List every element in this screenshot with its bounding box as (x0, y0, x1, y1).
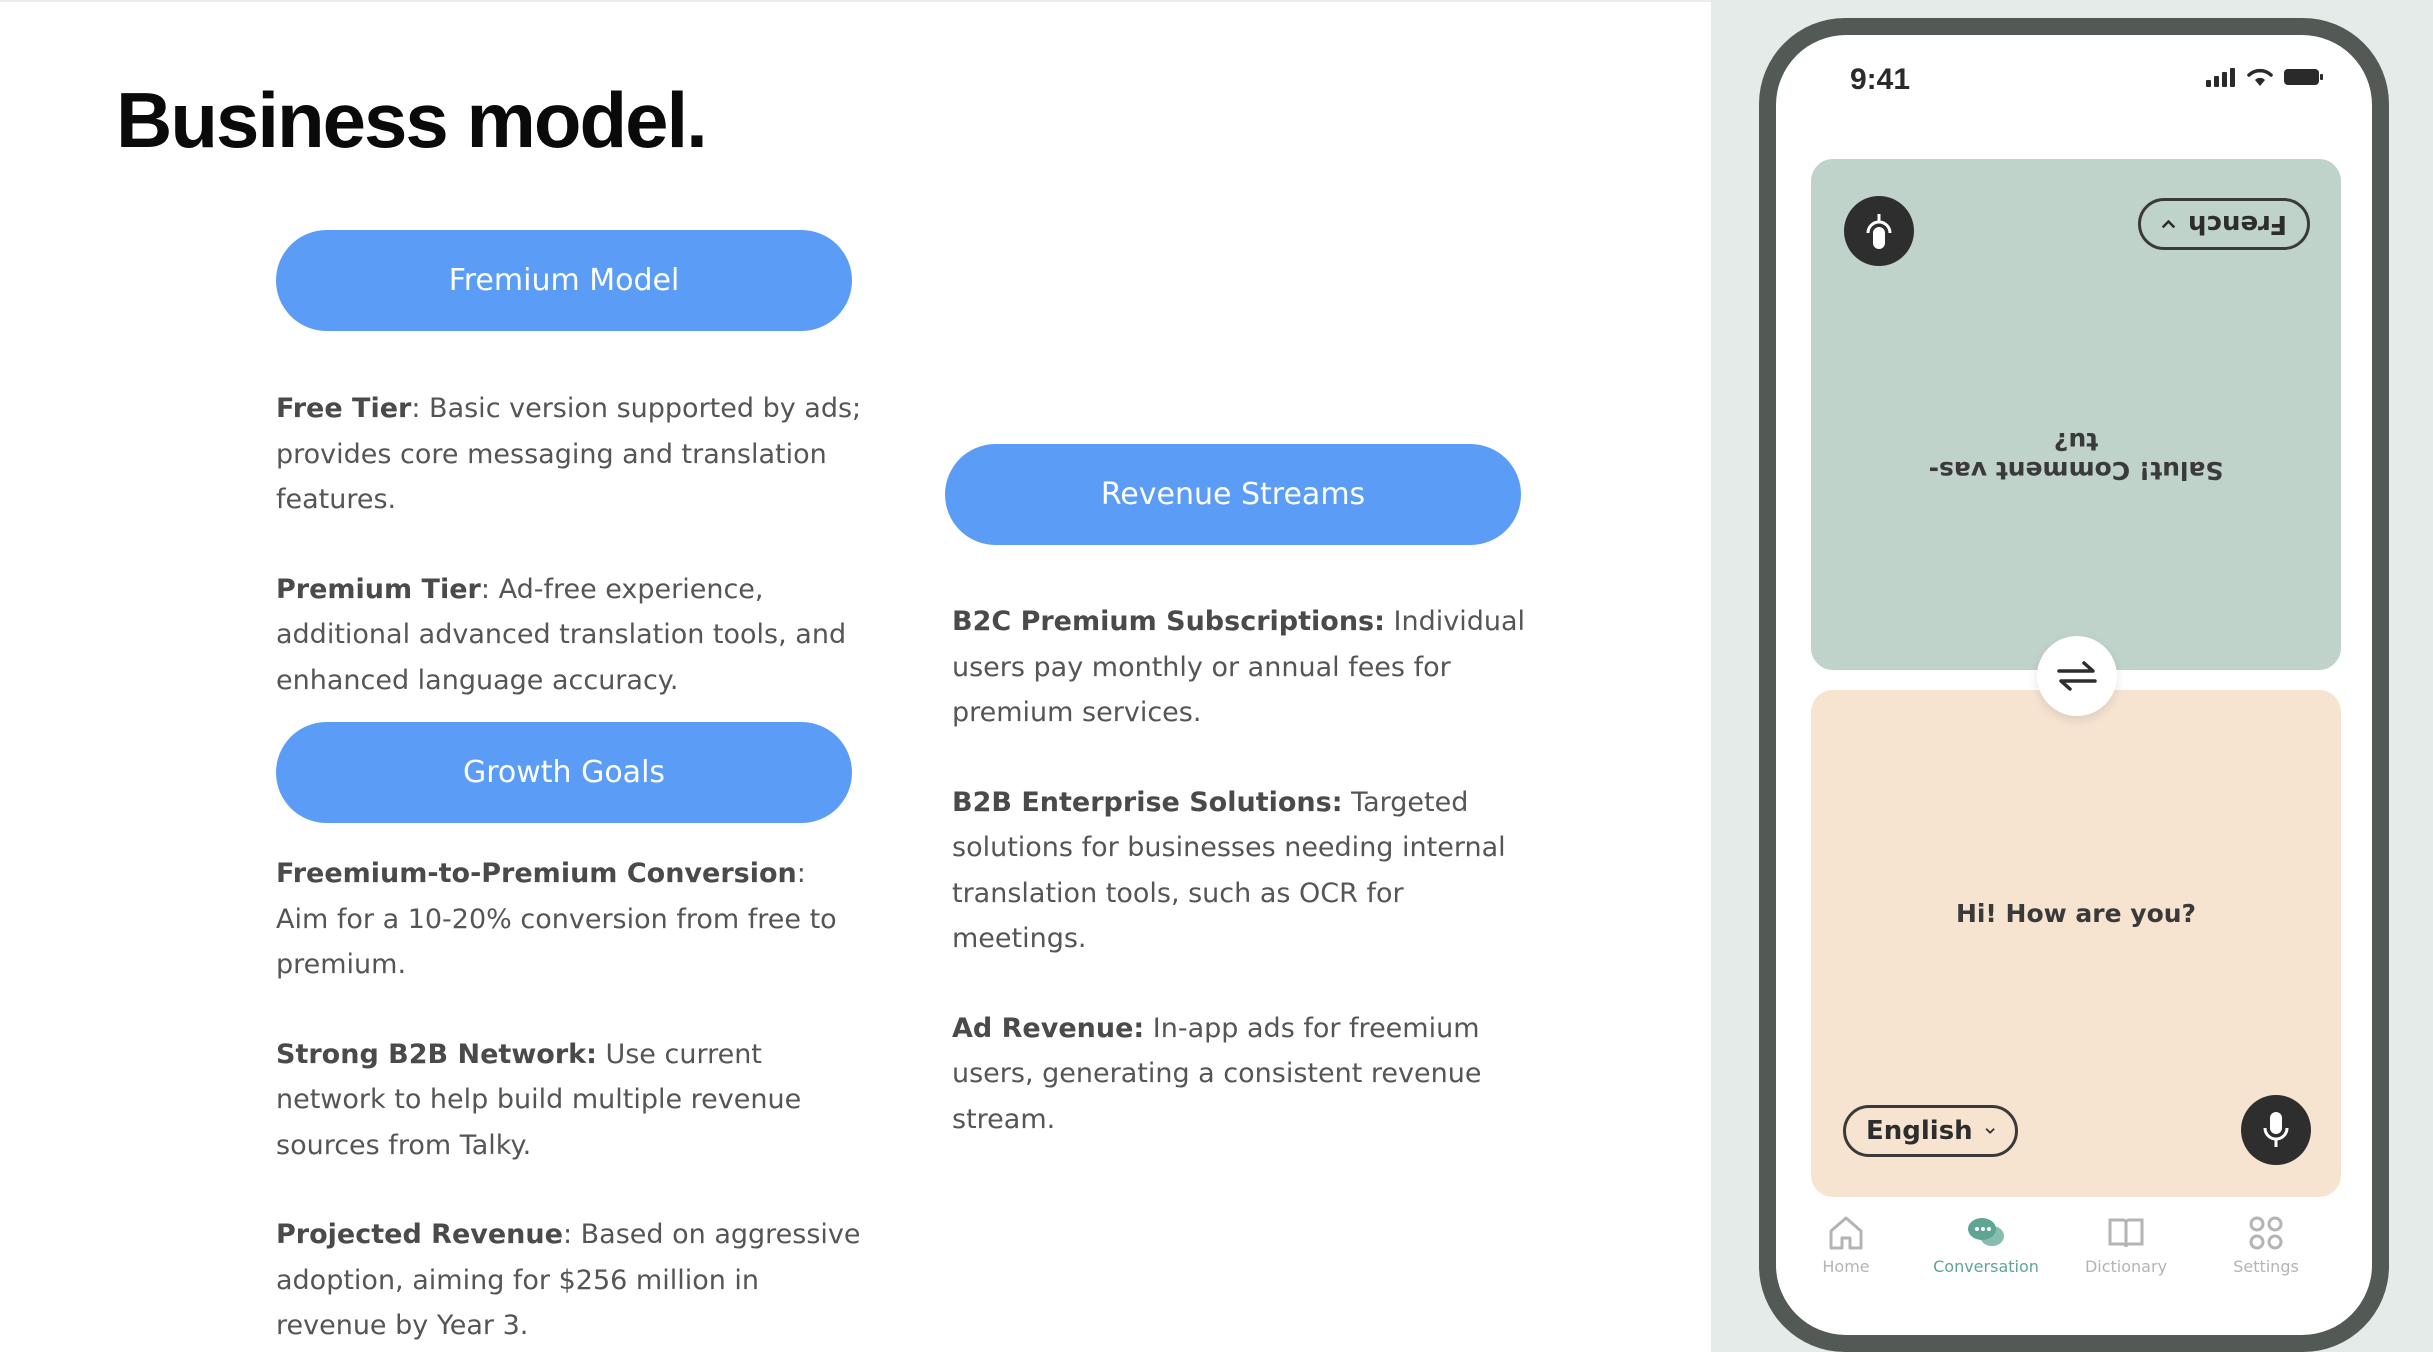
chevron-down-icon (2161, 219, 2176, 229)
user-speaker-card: Hi! How are you? English (1811, 690, 2341, 1197)
item-sep: : (562, 1219, 573, 1250)
item-sep: : (480, 573, 490, 605)
other-speaker-card: French Salut! Comment vas-tu? (1811, 159, 2341, 670)
microphone-icon (1866, 214, 1892, 249)
item-term: Free Tier (276, 393, 412, 424)
nav-home[interactable]: Home (1776, 1215, 1916, 1276)
top-language-label: French (2188, 209, 2287, 239)
top-divider (0, 0, 1711, 2)
nav-conversation[interactable]: Conversation (1916, 1215, 2056, 1276)
top-phrase: Salut! Comment vas-tu? (1928, 427, 2224, 485)
revenue-streams-pill: Revenue Streams (945, 444, 1521, 545)
phone-screen: 9:41 French Salut! Comment vas-tu? Hi! H… (1776, 35, 2372, 1335)
b2b-network-item: Strong B2B Network: Use current network … (276, 1032, 866, 1169)
item-sep: : (796, 858, 806, 889)
growth-details: Freemium-to-Premium Conversion: Aim for … (276, 851, 866, 1349)
premium-tier-item: Premium Tier: Ad-free experience, additi… (276, 567, 866, 704)
top-language-selector[interactable]: French (2138, 198, 2310, 250)
nav-dictionary[interactable]: Dictionary (2056, 1215, 2196, 1276)
wifi-icon (2247, 68, 2273, 86)
microphone-icon (2263, 1112, 2289, 1147)
chat-bubbles-icon (1968, 1218, 2004, 1246)
item-term: Freemium-to-Premium Conversion (276, 858, 797, 889)
bottom-phrase: Hi! How are you? (1955, 899, 2197, 928)
free-tier-item: Free Tier: Basic version supported by ad… (276, 386, 866, 523)
chevron-down-icon (1985, 1128, 1995, 1134)
item-term: Projected Revenue (276, 1219, 563, 1250)
swap-arrows-icon (2057, 661, 2097, 691)
fremium-details: Free Tier: Basic version supported by ad… (276, 386, 866, 703)
b2b-item: B2B Enterprise Solutions: Targeted solut… (952, 780, 1542, 962)
nav-conversation-label: Conversation (1933, 1257, 2039, 1276)
bottom-language-label: English (1866, 1116, 1973, 1146)
growth-goals-pill: Growth Goals (276, 722, 852, 823)
nav-settings[interactable]: Settings (2196, 1215, 2336, 1276)
status-time: 9:41 (1850, 63, 1911, 96)
mic-button-bottom[interactable] (2241, 1095, 2311, 1165)
bottom-nav: Home Conversation Dictionary Settings (1776, 1215, 2372, 1325)
page-title: Business model. (116, 76, 708, 164)
item-term: Ad Revenue: (952, 1012, 1145, 1044)
swap-language-button[interactable] (2037, 636, 2117, 716)
item-term: B2C Premium Subscriptions: (952, 606, 1385, 637)
battery-icon (2284, 69, 2323, 85)
mic-button-top[interactable] (1844, 196, 1914, 266)
bottom-language-selector[interactable]: English (1843, 1105, 2018, 1157)
b2c-item: B2C Premium Subscriptions: Individual us… (952, 599, 1542, 736)
ad-revenue-item: Ad Revenue: In-app ads for freemium user… (952, 1006, 1542, 1143)
signal-icon (2206, 68, 2235, 87)
nav-home-label: Home (1822, 1257, 1870, 1276)
revenue-details: B2C Premium Subscriptions: Individual us… (952, 599, 1542, 1142)
status-icons (2206, 67, 2324, 87)
nav-dictionary-label: Dictionary (2084, 1257, 2168, 1276)
nav-settings-label: Settings (2233, 1257, 2299, 1276)
conversion-item: Freemium-to-Premium Conversion: Aim for … (276, 851, 866, 988)
fremium-model-pill: Fremium Model (276, 230, 852, 331)
item-term: Strong B2B Network: (276, 1038, 597, 1070)
book-icon (2108, 1218, 2144, 1248)
projected-revenue-item: Projected Revenue: Based on aggressive a… (276, 1212, 866, 1349)
item-text: Aim for a 10-20% conversion from free to… (276, 903, 837, 981)
item-term: B2B Enterprise Solutions: (952, 786, 1343, 818)
item-term: Premium Tier (276, 573, 481, 605)
grid-icon (2249, 1216, 2283, 1250)
home-icon (1829, 1216, 1863, 1250)
